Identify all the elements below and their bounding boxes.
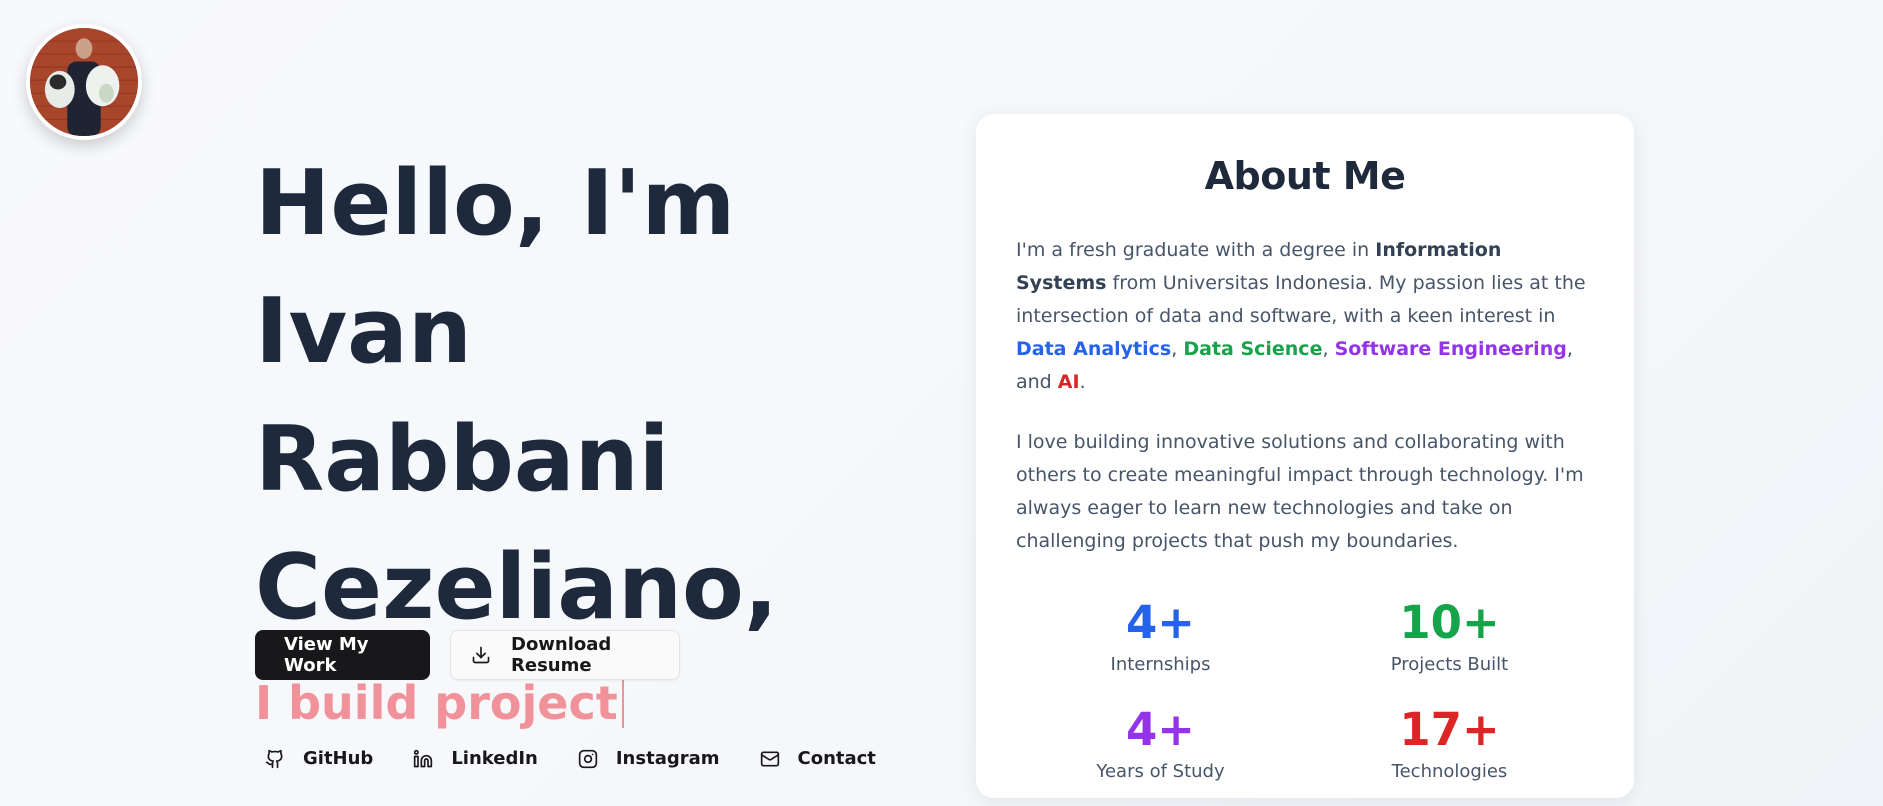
hero-line-greeting: Hello, I'm (255, 151, 736, 256)
about-p1-text-1: I'm a fresh graduate with a degree in (1016, 239, 1376, 261)
stat-value: 17+ (1399, 703, 1500, 756)
contact-label: Contact (797, 748, 876, 769)
contact-link[interactable]: Contact (760, 748, 876, 769)
instagram-label: Instagram (615, 748, 720, 769)
social-links: GitHub LinkedIn Instagram Contact (265, 748, 916, 769)
stats-grid: 4+ Internships 10+ Projects Built 4+ Yea… (1016, 596, 1594, 783)
download-resume-label: Download Resume (511, 634, 612, 676)
linkedin-icon (413, 749, 433, 769)
about-p1-sep-1: , (1171, 338, 1184, 360)
instagram-icon (578, 749, 598, 769)
interest-data-science: Data Science (1183, 338, 1323, 360)
stat-years: 4+ Years of Study (1016, 703, 1305, 783)
avatar (26, 24, 142, 140)
profile-photo (30, 28, 138, 136)
instagram-link[interactable]: Instagram (578, 748, 720, 769)
about-p1-end: . (1079, 371, 1086, 393)
interest-software-engineering: Software Engineering (1334, 338, 1567, 360)
interest-data-analytics: Data Analytics (1016, 338, 1172, 360)
typing-text-label: I build project (255, 676, 618, 730)
stat-internships: 4+ Internships (1016, 596, 1305, 676)
hero-buttons: View My Work Download Resume (255, 630, 680, 680)
about-paragraph-2: I love building innovative solutions and… (1016, 431, 1584, 552)
typing-cursor (621, 678, 624, 728)
stat-projects: 10+ Projects Built (1305, 596, 1594, 676)
hero-heading: Hello, I'm Ivan Rabbani Cezeliano, (255, 140, 875, 652)
linkedin-link[interactable]: LinkedIn (413, 748, 538, 769)
stat-label: Internships (1110, 654, 1211, 675)
about-title: About Me (1204, 154, 1406, 198)
view-my-work-label: View My Work (284, 634, 369, 676)
hero-line-name: Ivan Rabbani (255, 279, 670, 512)
about-p1-sep-2: , (1322, 338, 1335, 360)
about-paragraph-1: I'm a fresh graduate with a degree in In… (1016, 234, 1594, 399)
about-card: About Me I'm a fresh graduate with a deg… (976, 114, 1634, 798)
stat-value: 10+ (1399, 596, 1500, 649)
download-icon (471, 645, 491, 665)
github-label: GitHub (303, 748, 374, 769)
stat-value: 4+ (1125, 703, 1196, 756)
mail-icon (760, 749, 780, 769)
stat-label: Projects Built (1390, 654, 1509, 675)
stat-technologies: 17+ Technologies (1305, 703, 1594, 783)
download-resume-button[interactable]: Download Resume (450, 630, 680, 680)
interest-ai: AI (1057, 371, 1080, 393)
view-my-work-button[interactable]: View My Work (255, 630, 430, 680)
stat-label: Years of Study (1096, 761, 1225, 782)
linkedin-label: LinkedIn (451, 748, 538, 769)
stat-label: Technologies (1391, 761, 1508, 782)
github-icon (265, 749, 285, 769)
stat-value: 4+ (1125, 596, 1196, 649)
github-link[interactable]: GitHub (265, 748, 373, 769)
